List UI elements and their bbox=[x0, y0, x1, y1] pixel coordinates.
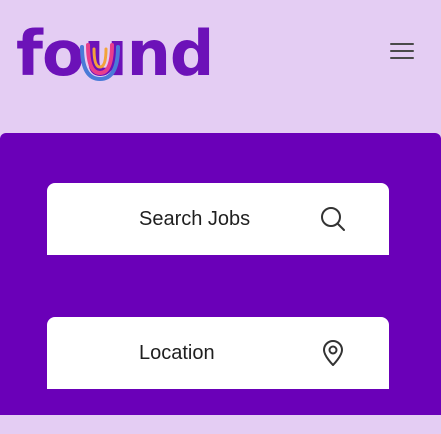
hamburger-menu-icon[interactable] bbox=[388, 40, 416, 62]
location-field[interactable]: Location bbox=[47, 317, 389, 389]
app-header: foundit bbox=[0, 0, 441, 133]
bottom-strip bbox=[0, 415, 441, 434]
search-panel: Search Jobs Location bbox=[0, 133, 441, 415]
location-pin-icon[interactable] bbox=[319, 339, 347, 367]
location-label: Location bbox=[139, 342, 215, 364]
search-icon[interactable] bbox=[319, 205, 347, 233]
search-jobs-label: Search Jobs bbox=[139, 208, 251, 230]
foundit-logo[interactable]: foundit bbox=[16, 17, 216, 83]
search-jobs-field[interactable]: Search Jobs bbox=[47, 183, 389, 255]
